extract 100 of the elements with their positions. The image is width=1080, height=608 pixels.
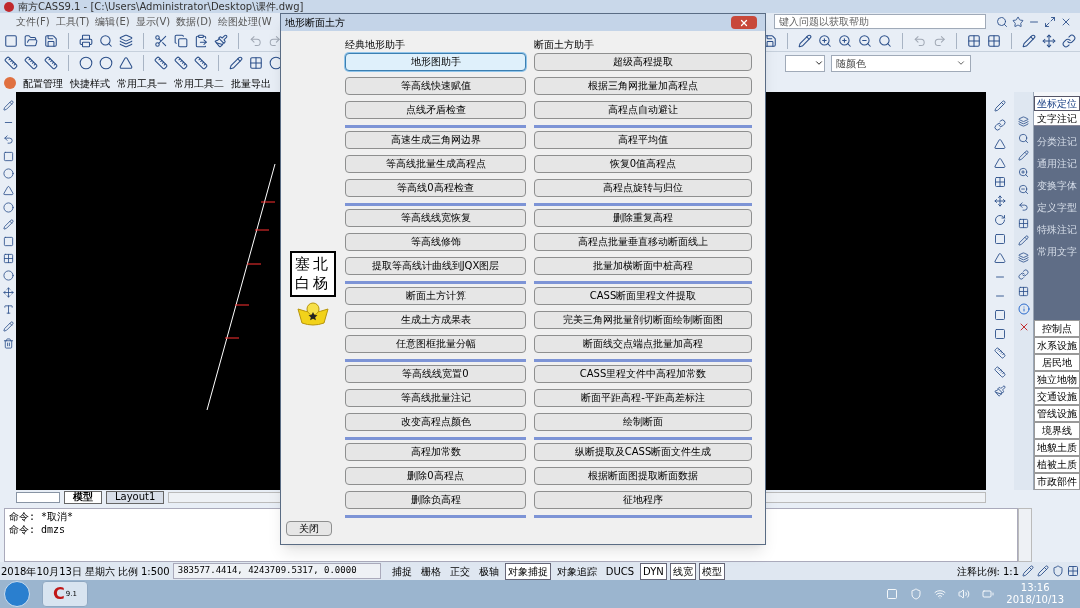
category-button[interactable]: 地貌土质 — [1034, 439, 1080, 456]
scroll-bar[interactable] — [1018, 508, 1032, 562]
save-icon[interactable] — [44, 33, 58, 48]
category-button[interactable]: 居民地 — [1034, 354, 1080, 371]
toolbar-menu-item[interactable]: 常用工具二 — [174, 75, 224, 91]
grid-icon[interactable] — [1067, 565, 1079, 577]
start-button[interactable] — [4, 581, 30, 607]
edit-tool-icon[interactable] — [994, 176, 1006, 188]
tool-button[interactable]: 等高线0高程检查 — [345, 179, 526, 198]
ruler-icon[interactable] — [154, 56, 168, 70]
panel-list-item[interactable]: 常用文字 — [1037, 244, 1080, 259]
menu-item[interactable]: 数据(D) — [176, 14, 212, 29]
category-button[interactable]: 交通设施 — [1034, 388, 1080, 405]
search-icon[interactable] — [996, 15, 1008, 28]
menu-item[interactable]: 显示(V) — [135, 14, 171, 29]
paste-icon[interactable] — [193, 33, 208, 48]
draw-tool-icon[interactable] — [2, 287, 14, 298]
draw-tool-icon[interactable] — [2, 236, 14, 247]
edit-tool-icon[interactable] — [994, 366, 1006, 378]
restore-icon[interactable] — [1044, 15, 1056, 28]
info-icon[interactable] — [1017, 303, 1030, 315]
circle-icon[interactable] — [99, 56, 113, 70]
edit-tool-icon[interactable] — [994, 309, 1006, 321]
panel-tool-icon[interactable] — [1018, 133, 1029, 144]
help-field[interactable]: 键入问题以获取帮助 — [774, 14, 986, 29]
draw-tool-icon[interactable] — [2, 100, 14, 111]
lock-icon[interactable] — [1052, 565, 1064, 577]
tool-button[interactable]: 高程加常数 — [345, 443, 526, 462]
tool-button[interactable]: 纵断提取及CASS断面文件生成 — [534, 443, 752, 462]
draw-tool-icon[interactable] — [2, 270, 14, 281]
panel-tool-icon[interactable] — [1018, 235, 1029, 246]
edit-tool-icon[interactable] — [994, 119, 1006, 131]
draw-tool-icon[interactable] — [2, 185, 14, 196]
toolbar-menu-item[interactable]: 常用工具一 — [117, 75, 167, 91]
zoom-out-icon[interactable] — [858, 33, 873, 48]
tab-scroll-buttons[interactable] — [16, 491, 60, 503]
tool-button[interactable]: 等高线批量注记 — [345, 389, 526, 408]
tool-button[interactable]: 点线矛盾检查 — [345, 101, 526, 120]
tool-button[interactable]: 断面线交点端点批量加高程 — [534, 335, 752, 354]
draw-tool-icon[interactable] — [2, 151, 14, 162]
menu-item[interactable]: 绘图处理(W — [217, 14, 272, 29]
tool-button[interactable]: 批量加横断面中桩高程 — [534, 257, 752, 276]
tool-button[interactable]: 根据断面图提取断面数据 — [534, 467, 752, 486]
search-icon[interactable] — [98, 33, 113, 48]
panel-tool-icon[interactable] — [1018, 201, 1029, 212]
status-toggle[interactable]: 栅格 — [417, 562, 444, 580]
edit-tool-icon[interactable] — [994, 233, 1006, 245]
status-toggle[interactable]: 模型 — [698, 562, 725, 580]
tool-button[interactable]: CASS断面里程文件提取 — [534, 287, 752, 306]
cut-icon[interactable] — [153, 33, 168, 48]
tool-button[interactable]: 任意图框批量分幅 — [345, 335, 526, 354]
new-file-icon[interactable] — [4, 33, 18, 48]
tool-button[interactable]: 完美三角网批量剖切断面绘制断面图 — [534, 311, 752, 330]
grid-icon[interactable] — [987, 33, 1002, 48]
brush-icon[interactable] — [213, 33, 228, 48]
tool-button[interactable]: 征地程序 — [534, 491, 752, 510]
status-toggle[interactable]: 对象捕捉 — [504, 562, 551, 580]
tool-button[interactable]: 等高线修饰 — [345, 233, 526, 252]
annotation-scale-dropdown[interactable]: 1:1 — [1002, 563, 1019, 579]
category-button[interactable]: 控制点 — [1034, 320, 1080, 337]
edit-tool-icon[interactable] — [994, 138, 1006, 150]
tool-button[interactable]: 删除负高程 — [345, 491, 526, 510]
tool-button[interactable]: 等高线线宽恢复 — [345, 209, 526, 228]
draw-tool-icon[interactable] — [2, 304, 14, 315]
toolbar-menu-item[interactable]: 配置管理 — [23, 75, 63, 91]
draw-tool-icon[interactable] — [2, 168, 14, 179]
pencil-icon[interactable] — [1022, 565, 1034, 577]
printer-icon[interactable] — [78, 33, 93, 48]
ruler-icon[interactable] — [44, 56, 58, 70]
edit-tool-icon[interactable] — [994, 328, 1006, 340]
grid-icon[interactable] — [967, 33, 982, 48]
tool-button[interactable]: 绘制断面 — [534, 413, 752, 432]
tool-button[interactable]: CASS里程文件中高程加常数 — [534, 365, 752, 384]
tool-button[interactable]: 删除0高程点 — [345, 467, 526, 486]
panel-list-item[interactable]: 分类注记 — [1037, 134, 1080, 149]
redo-icon[interactable] — [268, 33, 282, 48]
search-icon[interactable] — [878, 33, 893, 48]
draw-tool-icon[interactable] — [2, 219, 14, 230]
grid-icon[interactable] — [249, 56, 263, 70]
menu-item[interactable]: 工具(T) — [55, 14, 90, 29]
edit-tool-icon[interactable] — [994, 347, 1006, 359]
panel-list-item[interactable]: 特殊注记 — [1037, 222, 1080, 237]
category-button[interactable]: 独立地物 — [1034, 371, 1080, 388]
star-icon[interactable] — [1012, 15, 1024, 28]
tool-button[interactable]: 根据三角网批量加高程点 — [534, 77, 752, 96]
panel-list-item[interactable]: 定义字型 — [1037, 200, 1080, 215]
folder-icon[interactable] — [24, 33, 38, 48]
panel-tool-icon[interactable] — [1018, 150, 1029, 161]
status-toggle[interactable]: 线宽 — [669, 562, 696, 580]
circle-icon[interactable] — [79, 56, 93, 70]
status-toggle[interactable]: DYN — [640, 562, 667, 580]
panel-tool-icon[interactable] — [1018, 116, 1029, 127]
tool-button[interactable]: 等高线快速赋值 — [345, 77, 526, 96]
toolbar-menu-item[interactable]: 批量导出 — [231, 75, 271, 91]
link-icon[interactable] — [1062, 33, 1076, 48]
save-icon[interactable] — [763, 33, 778, 48]
tool-button[interactable]: 断面土方计算 — [345, 287, 526, 306]
layout-tab[interactable]: Layout1 — [106, 490, 165, 504]
category-button[interactable]: 植被土质 — [1034, 456, 1080, 473]
tool-button[interactable]: 高程点自动避让 — [534, 101, 752, 120]
